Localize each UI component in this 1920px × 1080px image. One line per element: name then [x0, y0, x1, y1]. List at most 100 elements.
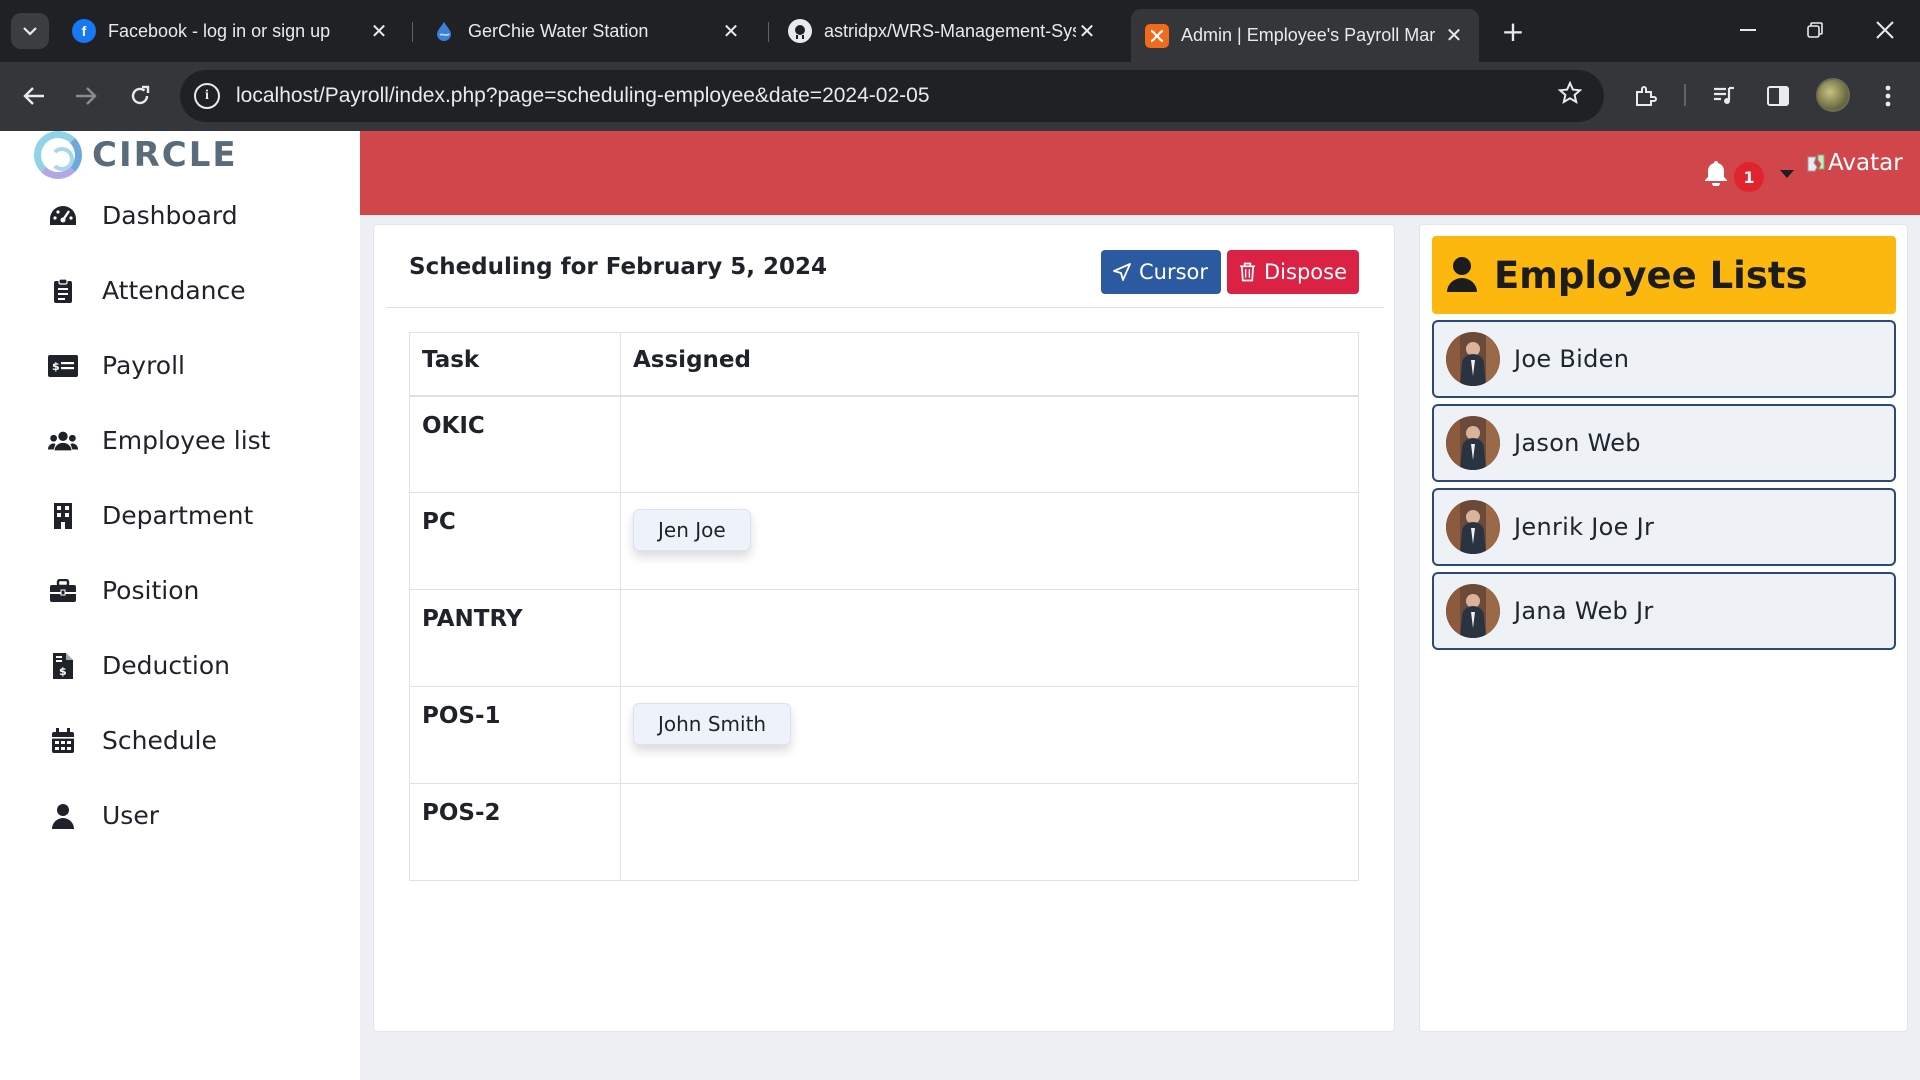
assigned-employee-chip[interactable]: Jen Joe: [633, 509, 751, 551]
tab-close-icon[interactable]: ✕: [1443, 23, 1465, 48]
assigned-dropzone[interactable]: [620, 783, 1359, 881]
column-header-assigned: Assigned: [620, 332, 1359, 397]
invoice-dollar-icon: $: [48, 652, 78, 680]
trash-icon: [1239, 262, 1256, 282]
avatar[interactable]: Avatar: [1806, 150, 1903, 176]
user-icon: [1446, 256, 1480, 294]
minimize-icon: [1740, 29, 1756, 31]
profile-avatar[interactable]: [1816, 78, 1850, 112]
notification-badge: 1: [1734, 162, 1764, 192]
sidebar-item-label: Department: [102, 501, 254, 530]
assigned-dropzone[interactable]: [620, 589, 1359, 687]
sidebar-item-department[interactable]: Department: [0, 478, 360, 553]
dropdown-caret-icon[interactable]: [1780, 170, 1794, 178]
table-row: PANTRY: [409, 589, 1359, 687]
xampp-icon: [1145, 23, 1169, 48]
task-cell: PC: [409, 492, 621, 590]
svg-text:$: $: [52, 360, 60, 373]
dispose-button[interactable]: Dispose: [1227, 250, 1359, 294]
sidebar-item-position[interactable]: Position: [0, 553, 360, 628]
browser-menu-button[interactable]: [1870, 78, 1906, 114]
column-header-task: Task: [409, 332, 621, 397]
bell-icon[interactable]: [1704, 160, 1732, 188]
broken-image-icon: [1807, 154, 1825, 172]
sidebar-item-schedule[interactable]: Schedule: [0, 703, 360, 778]
chevron-down-icon: [23, 27, 37, 36]
side-panel-button[interactable]: [1760, 78, 1796, 114]
minimize-button[interactable]: [1723, 10, 1773, 50]
employee-card[interactable]: Joe Biden: [1432, 320, 1896, 398]
side-panel-icon: [1767, 86, 1789, 106]
assigned-dropzone[interactable]: John Smith: [620, 686, 1359, 784]
send-arrow-icon: [1113, 263, 1131, 281]
employee-avatar: [1446, 584, 1500, 638]
employee-card[interactable]: Jana Web Jr: [1432, 572, 1896, 650]
sidebar-item-label: Dashboard: [102, 201, 238, 230]
restore-button[interactable]: [1790, 10, 1840, 50]
arrow-left-icon: [23, 87, 44, 105]
circle-logo-icon: [34, 131, 82, 179]
github-icon: [788, 19, 812, 43]
top-header: [360, 131, 1920, 215]
logo[interactable]: CIRCLE: [34, 131, 238, 179]
sidebar-item-label: Payroll: [102, 351, 185, 380]
browser-tab-gerchie[interactable]: GerChie Water Station ✕: [418, 12, 756, 50]
bookmark-star-icon[interactable]: [1557, 80, 1583, 112]
employee-name: Joe Biden: [1514, 345, 1630, 373]
building-icon: [48, 502, 78, 530]
extensions-button[interactable]: [1627, 78, 1663, 114]
assigned-dropzone[interactable]: [620, 395, 1359, 493]
site-info-icon[interactable]: i: [194, 83, 220, 109]
assigned-dropzone[interactable]: Jen Joe: [620, 492, 1359, 590]
close-window-button[interactable]: [1860, 10, 1910, 50]
reload-button[interactable]: [120, 76, 160, 116]
cursor-button[interactable]: Cursor: [1101, 250, 1221, 294]
employee-list: Joe Biden Jason Web Jenrik Joe Jr Jana W…: [1432, 320, 1896, 656]
water-drop-icon: [432, 19, 456, 43]
employee-card[interactable]: Jenrik Joe Jr: [1432, 488, 1896, 566]
forward-button[interactable]: [66, 76, 106, 116]
tab-separator: [768, 22, 769, 42]
tab-title: Admin | Employee's Payroll Mar: [1181, 25, 1436, 45]
table-row: POS-1 John Smith: [409, 686, 1359, 784]
sidebar-item-deduction[interactable]: $ Deduction: [0, 628, 360, 703]
back-button[interactable]: [14, 76, 54, 116]
browser-tab-github[interactable]: astridpx/WRS-Management-Sys ✕: [774, 12, 1112, 50]
tab-close-icon[interactable]: ✕: [368, 19, 390, 44]
employee-avatar: [1446, 416, 1500, 470]
clipboard-icon: [48, 277, 78, 305]
employee-card[interactable]: Jason Web: [1432, 404, 1896, 482]
table-row: POS-2: [409, 783, 1359, 881]
avatar-alt-text: Avatar: [1828, 150, 1903, 176]
task-cell: POS-2: [409, 783, 621, 881]
task-cell: POS-1: [409, 686, 621, 784]
sidebar-item-attendance[interactable]: Attendance: [0, 253, 360, 328]
assigned-employee-chip[interactable]: John Smith: [633, 703, 792, 745]
employee-name: Jason Web: [1514, 429, 1641, 457]
sidebar-item-payroll[interactable]: $ Payroll: [0, 328, 360, 403]
sidebar-item-dashboard[interactable]: Dashboard: [0, 178, 360, 253]
browser-tab-bar: f Facebook - log in or sign up ✕ GerChie…: [0, 0, 1920, 62]
employee-name: Jana Web Jr: [1514, 597, 1654, 625]
dashboard-icon: [48, 202, 78, 230]
sidebar-item-label: Position: [102, 576, 200, 605]
users-icon: [48, 427, 78, 455]
address-bar[interactable]: i localhost/Payroll/index.php?page=sched…: [180, 70, 1604, 122]
new-tab-button[interactable]: +: [1496, 14, 1530, 48]
arrow-right-icon: [76, 87, 97, 105]
svg-text:$: $: [59, 665, 67, 678]
user-icon: [48, 802, 78, 830]
sidebar-item-label: Employee list: [102, 426, 271, 455]
sidebar-item-employee-list[interactable]: Employee list: [0, 403, 360, 478]
tab-search-button[interactable]: [11, 13, 49, 49]
browser-tab-admin-payroll[interactable]: Admin | Employee's Payroll Mar ✕: [1131, 9, 1479, 62]
media-control-button[interactable]: [1706, 78, 1742, 114]
task-cell: OKIC: [409, 395, 621, 493]
browser-tab-facebook[interactable]: f Facebook - log in or sign up ✕: [58, 12, 404, 50]
tab-title: astridpx/WRS-Management-Sys: [824, 20, 1076, 41]
tab-close-icon[interactable]: ✕: [1076, 19, 1098, 44]
tab-close-icon[interactable]: ✕: [720, 19, 742, 44]
page-title: Scheduling for February 5, 2024: [409, 254, 827, 280]
sidebar-item-user[interactable]: User: [0, 778, 360, 853]
playlist-icon: [1714, 86, 1734, 104]
